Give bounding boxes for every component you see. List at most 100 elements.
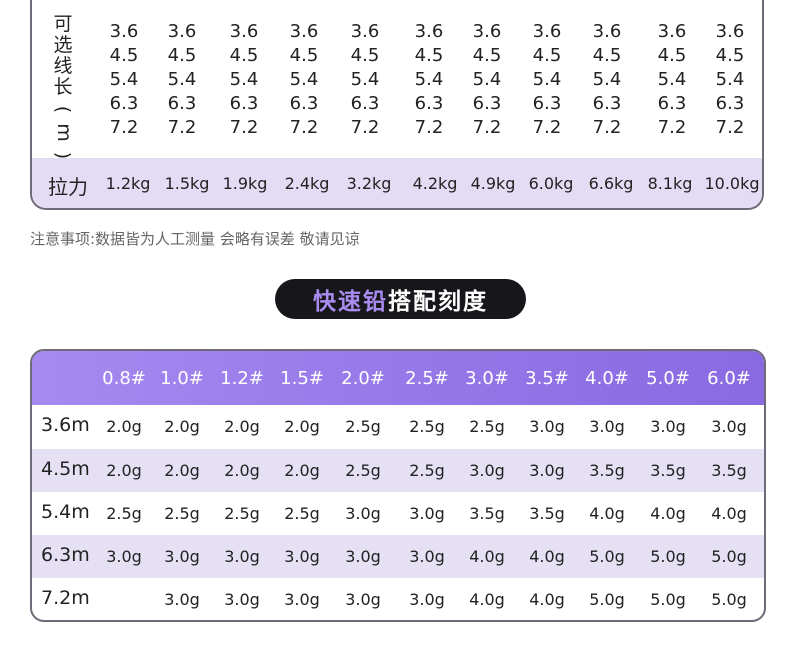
length-column: 3.6 4.5 5.4 6.3 7.2 (101, 20, 147, 140)
weight-cell: 4.0g (529, 590, 565, 609)
row-length-label: 5.4m (41, 501, 90, 523)
header-cell: 1.2# (220, 368, 264, 389)
row-length-label: 3.6m (41, 414, 90, 436)
length-column: 3.6 4.5 5.4 6.3 7.2 (221, 20, 267, 140)
length-value: 3.6 (350, 21, 380, 42)
length-value: 4.5 (229, 45, 259, 66)
vertical-length-label: 可选线长(m) (52, 14, 74, 167)
weight-cell: 5.0g (589, 547, 625, 566)
length-value: 6.3 (657, 93, 687, 114)
weight-cell: 3.0g (224, 547, 260, 566)
length-value: 3.6 (414, 21, 444, 42)
weight-cell: 2.0g (224, 461, 260, 480)
length-value: 4.5 (109, 45, 139, 66)
length-column: 3.6 4.5 5.4 6.3 7.2 (649, 20, 695, 140)
length-value: 6.3 (592, 93, 622, 114)
length-value: 6.3 (167, 93, 197, 114)
header-cell: 3.0# (465, 368, 509, 389)
weight-cell: 5.0g (711, 590, 747, 609)
length-value: 7.2 (657, 117, 687, 138)
length-value: 5.4 (289, 69, 319, 90)
length-value: 3.6 (229, 21, 259, 42)
length-column: 3.6 4.5 5.4 6.3 7.2 (584, 20, 630, 140)
length-value: 3.6 (289, 21, 319, 42)
tension-value: 6.0kg (528, 174, 574, 193)
section-title-accent: 快速铅 (313, 289, 388, 315)
weight-cell: 3.0g (650, 417, 686, 436)
vertical-label-char: 选 (53, 34, 73, 56)
length-value: 6.3 (289, 93, 319, 114)
tension-value: 1.5kg (164, 174, 210, 193)
row-length-label: 4.5m (41, 458, 90, 480)
weight-cell: 3.5g (589, 461, 625, 480)
length-value: 4.5 (592, 45, 622, 66)
weight-cell: 5.0g (650, 547, 686, 566)
length-value: 3.6 (109, 21, 139, 42)
length-value: 7.2 (592, 117, 622, 138)
weight-cell: 4.0g (529, 547, 565, 566)
length-column: 3.6 4.5 5.4 6.3 7.2 (524, 20, 570, 140)
vertical-label-char: 可 (53, 13, 73, 35)
length-value: 4.5 (657, 45, 687, 66)
weight-cell: 2.5g (106, 504, 142, 523)
weight-cell: 4.0g (650, 504, 686, 523)
weight-cell: 2.5g (345, 417, 381, 436)
length-value: 4.5 (289, 45, 319, 66)
tension-value: 4.2kg (412, 174, 458, 193)
length-value: 5.4 (657, 69, 687, 90)
weight-cell: 2.0g (224, 417, 260, 436)
length-value: 6.3 (532, 93, 562, 114)
weight-cell: 3.0g (529, 461, 565, 480)
length-value: 7.2 (715, 117, 745, 138)
weight-cell: 3.5g (650, 461, 686, 480)
weight-cell: 3.0g (164, 590, 200, 609)
length-value: 7.2 (414, 117, 444, 138)
weight-cell: 4.0g (711, 504, 747, 523)
weight-cell: 4.0g (469, 590, 505, 609)
weight-cell: 3.5g (711, 461, 747, 480)
weight-cell: 4.0g (469, 547, 505, 566)
length-column: 3.6 4.5 5.4 6.3 7.2 (406, 20, 452, 140)
weight-cell: 5.0g (650, 590, 686, 609)
length-value: 5.4 (229, 69, 259, 90)
weight-cell: 3.0g (589, 417, 625, 436)
row-length-label: 7.2m (41, 587, 90, 609)
header-cell: 4.0# (585, 368, 629, 389)
header-cell: 6.0# (707, 368, 751, 389)
tension-value: 4.9kg (470, 174, 516, 193)
line-length-table: 可选线长(m) 3.6 4.5 5.4 6.3 7.2 3.6 4.5 5.4 6.3 7.2 3.… (30, 0, 764, 210)
length-value: 5.4 (350, 69, 380, 90)
header-cell: 3.5# (525, 368, 569, 389)
weight-cell: 3.5g (529, 504, 565, 523)
length-column: 3.6 4.5 5.4 6.3 7.2 (342, 20, 388, 140)
tension-value: 8.1kg (647, 174, 693, 193)
disclaimer-note: 注意事项:数据皆为人工测量 会略有误差 敬请见谅 (30, 230, 360, 248)
weight-cell: 3.0g (409, 547, 445, 566)
length-column: 3.6 4.5 5.4 6.3 7.2 (464, 20, 510, 140)
tension-label: 拉力 (48, 175, 88, 199)
weight-cell: 3.0g (224, 590, 260, 609)
length-value: 6.3 (229, 93, 259, 114)
tension-value: 3.2kg (346, 174, 392, 193)
section-title-pill: 快速铅 搭配刻度 (275, 279, 526, 319)
length-value: 7.2 (472, 117, 502, 138)
length-value: 6.3 (472, 93, 502, 114)
weight-cell: 2.5g (164, 504, 200, 523)
weight-cell: 3.0g (711, 417, 747, 436)
tension-value: 6.6kg (588, 174, 634, 193)
length-value: 7.2 (289, 117, 319, 138)
weight-cell: 2.5g (409, 417, 445, 436)
weight-cell: 2.0g (106, 461, 142, 480)
length-value: 4.5 (532, 45, 562, 66)
length-value: 5.4 (472, 69, 502, 90)
table-row: 6.3m 3.0g 3.0g 3.0g 3.0g 3.0g 3.0g 4.0g 4.0g 5.0g… (32, 535, 764, 578)
weight-cell: 3.0g (469, 461, 505, 480)
table-header-row: 0.8# 1.0# 1.2# 1.5# 2.0# 2.5# 3.0# 3.5# 4.0# 5.0#… (32, 351, 764, 405)
weight-cell: 3.0g (345, 590, 381, 609)
weight-cell: 3.0g (345, 504, 381, 523)
weight-cell: 5.0g (589, 590, 625, 609)
length-value: 3.6 (657, 21, 687, 42)
weight-cell: 2.5g (284, 504, 320, 523)
length-value: 7.2 (109, 117, 139, 138)
header-cell: 1.5# (280, 368, 324, 389)
